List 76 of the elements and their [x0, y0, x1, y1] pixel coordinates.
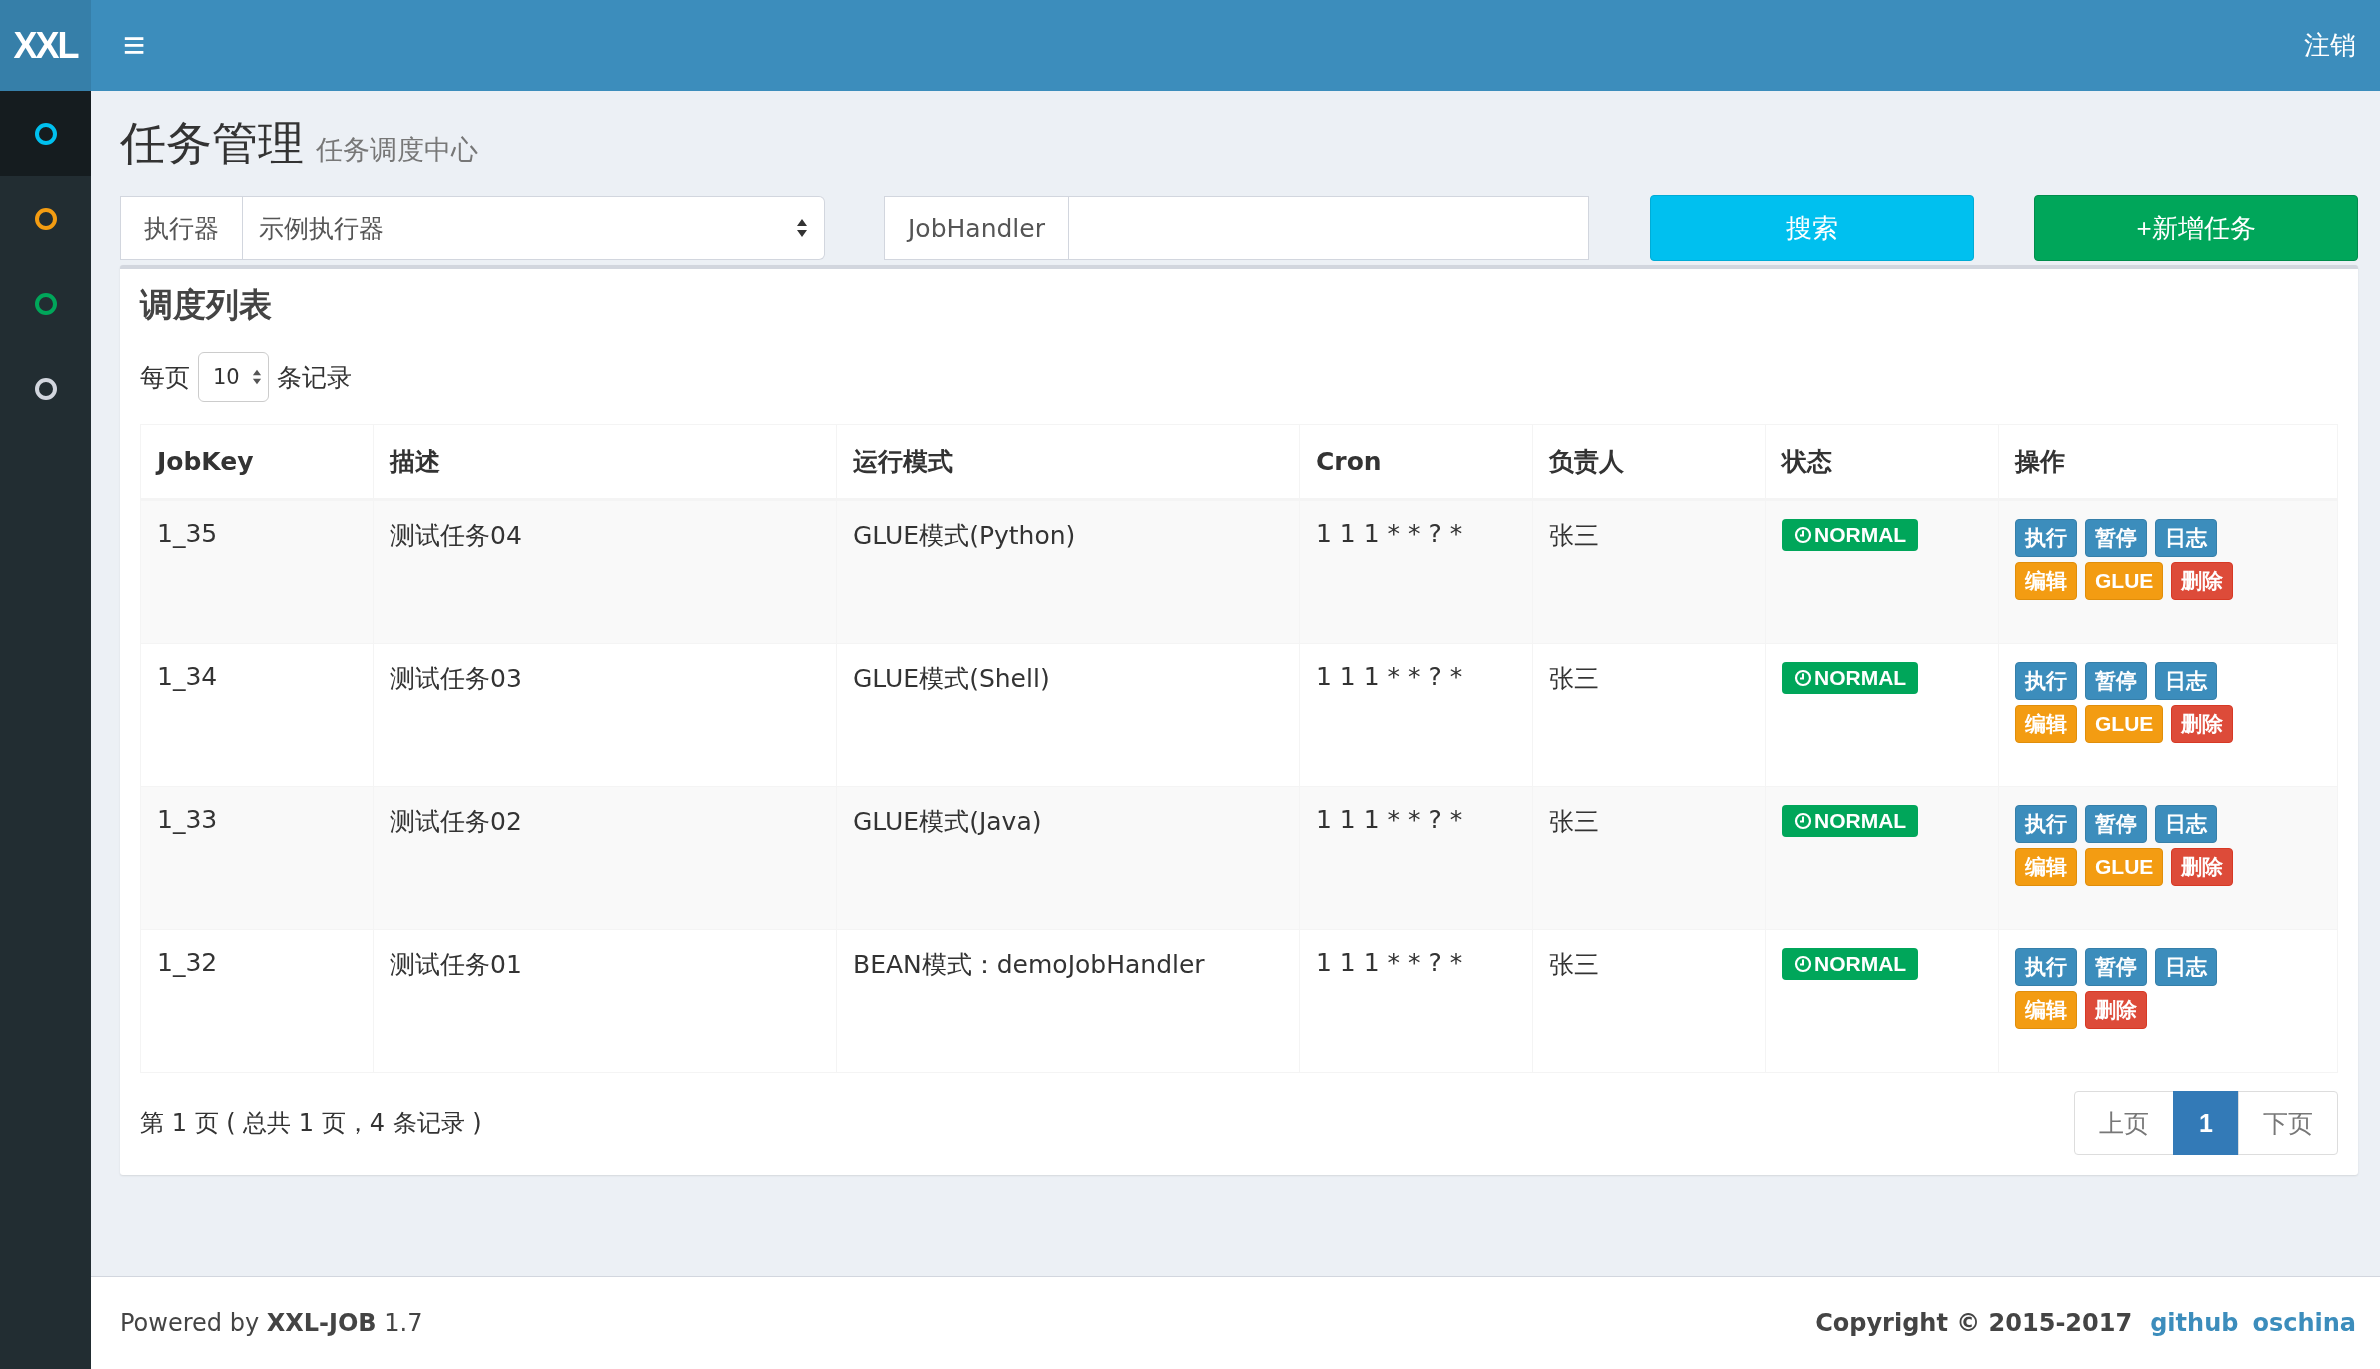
table-cell: GLUE模式(Shell) [836, 643, 1300, 787]
page-size-select[interactable]: 10 [198, 352, 269, 402]
table-cell: 测试任务04 [373, 499, 837, 644]
table-cell: 1_34 [140, 643, 374, 787]
action-button[interactable]: 删除 [2171, 848, 2234, 886]
sort-arrows-icon [796, 217, 808, 239]
table-cell: GLUE模式(Python) [836, 499, 1300, 644]
table-cell: 张三 [1532, 643, 1766, 787]
action-button[interactable]: 暂停 [2085, 519, 2147, 557]
powered-by-text: Powered by XXL-JOB 1.7 [120, 1309, 423, 1337]
sidebar-item[interactable] [0, 91, 91, 176]
action-button[interactable]: 删除 [2171, 562, 2234, 600]
status-badge: NORMAL [1782, 662, 1919, 694]
add-task-button[interactable]: +新增任务 [2034, 195, 2358, 261]
logout-link[interactable]: 注销 [2304, 28, 2356, 63]
footer-link[interactable]: github [2150, 1309, 2239, 1337]
action-button[interactable]: 删除 [2171, 705, 2234, 743]
status-badge: NORMAL [1782, 948, 1919, 980]
action-button[interactable]: 日志 [2155, 948, 2217, 986]
clock-icon [1794, 955, 1812, 973]
page-size-label: 每页 [140, 361, 190, 394]
action-button[interactable]: 编辑 [2015, 562, 2077, 600]
panel-title: 调度列表 [140, 284, 273, 326]
action-button[interactable]: 删除 [2085, 991, 2147, 1029]
table-cell: 1 1 1 * * ? * [1299, 643, 1533, 787]
search-button[interactable]: 搜索 [1650, 195, 1974, 261]
page-button[interactable]: 1 [2173, 1091, 2239, 1155]
page-subtitle: 任务调度中心 [316, 133, 478, 167]
jobhandler-label: JobHandler [884, 196, 1069, 260]
sort-arrows-icon [251, 368, 262, 386]
logo: XXL [0, 0, 91, 91]
action-button[interactable]: 执行 [2015, 662, 2077, 700]
table-cell: 1_35 [140, 499, 374, 644]
status-badge: NORMAL [1782, 805, 1919, 837]
executor-select[interactable]: 示例执行器 [243, 196, 825, 260]
table-cell: 张三 [1532, 929, 1766, 1073]
page-title: 任务管理 [120, 115, 304, 172]
action-button[interactable]: 暂停 [2085, 662, 2147, 700]
status-badge: NORMAL [1782, 519, 1919, 551]
clock-icon [1794, 669, 1812, 687]
table-cell: GLUE模式(Java) [836, 786, 1300, 930]
clock-icon [1794, 526, 1812, 544]
action-button[interactable]: 暂停 [2085, 805, 2147, 843]
table-cell: 1 1 1 * * ? * [1299, 499, 1533, 644]
page-size-suffix: 条记录 [276, 361, 352, 394]
copyright-text: Copyright © 2015-2017 [1815, 1309, 2133, 1337]
pagination-info: 第 1 页 ( 总共 1 页，4 条记录 ) [140, 1108, 482, 1139]
action-button[interactable]: 执行 [2015, 805, 2077, 843]
clock-icon [1794, 812, 1812, 830]
action-button[interactable]: GLUE [2085, 848, 2164, 886]
table-cell: 测试任务01 [373, 929, 837, 1073]
table-cell: BEAN模式：demoJobHandler [836, 929, 1300, 1073]
table-cell: 1 1 1 * * ? * [1299, 929, 1533, 1073]
jobhandler-field[interactable] [1069, 196, 1589, 260]
action-button[interactable]: 编辑 [2015, 705, 2077, 743]
table-cell: 1 1 1 * * ? * [1299, 786, 1533, 930]
action-button[interactable]: 执行 [2015, 948, 2077, 986]
executor-label: 执行器 [120, 196, 243, 260]
table-cell: 1_33 [140, 786, 374, 930]
table-cell: 张三 [1532, 786, 1766, 930]
action-button[interactable]: GLUE [2085, 562, 2164, 600]
action-button[interactable]: 暂停 [2085, 948, 2147, 986]
action-button[interactable]: 编辑 [2015, 991, 2077, 1029]
action-button[interactable]: GLUE [2085, 705, 2164, 743]
previous-page-button[interactable]: 上页 [2074, 1091, 2174, 1155]
action-button[interactable]: 日志 [2155, 662, 2217, 700]
action-button[interactable]: 日志 [2155, 519, 2217, 557]
footer-link[interactable]: oschina [2252, 1309, 2356, 1337]
table-cell: 张三 [1532, 499, 1766, 644]
next-page-button[interactable]: 下页 [2238, 1091, 2338, 1155]
action-button[interactable]: 日志 [2155, 805, 2217, 843]
table-cell: 1_32 [140, 929, 374, 1073]
table-cell: 测试任务03 [373, 643, 837, 787]
action-button[interactable]: 编辑 [2015, 848, 2077, 886]
table-cell: 测试任务02 [373, 786, 837, 930]
action-button[interactable]: 执行 [2015, 519, 2077, 557]
